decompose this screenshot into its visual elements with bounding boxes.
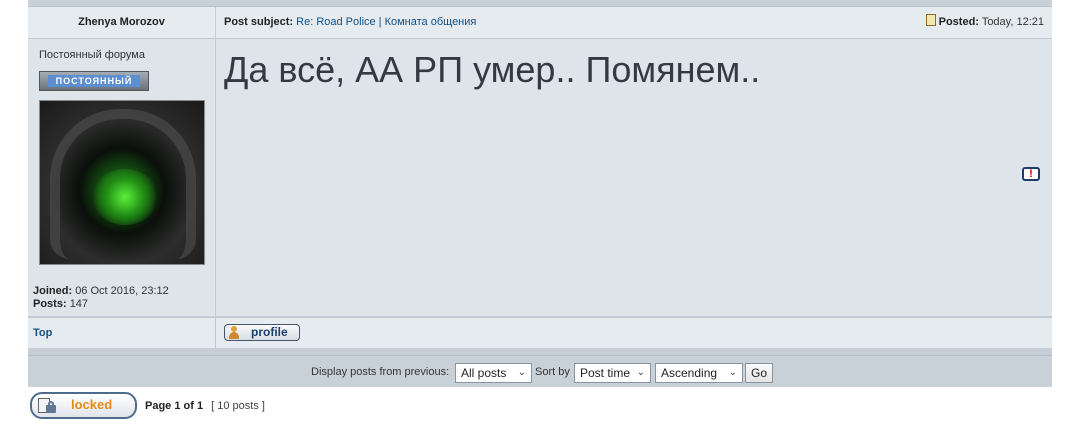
rank-title: Постоянный форума: [39, 49, 145, 61]
user-icon: [228, 326, 240, 339]
post-author-name[interactable]: Zhenya Morozov: [28, 7, 215, 39]
author-profile-panel: Постоянный форума ПОСТОЯННЫЙ Joined: 06 …: [28, 39, 216, 316]
posted-label: Posted:: [938, 16, 979, 28]
posted-time: Today, 12:21: [981, 16, 1044, 28]
top-link[interactable]: Top: [33, 327, 52, 339]
posts-value: 147: [69, 298, 89, 310]
post-count: [ 10 posts ]: [211, 400, 265, 412]
author-stats: Joined: 06 Oct 2016, 23:12 Posts: 147: [33, 285, 169, 311]
post-footer-right: profile: [216, 317, 1052, 348]
sort-options-bar: Display posts from previous: All posts ⌄…: [28, 355, 1052, 387]
display-posts-select[interactable]: All posts ⌄: [455, 363, 532, 383]
post-subject-link[interactable]: Re: Road Police | Комната общения: [296, 16, 476, 28]
post-document-icon[interactable]: [925, 14, 936, 26]
posts-label: Posts:: [33, 298, 67, 310]
avatar: [39, 100, 205, 265]
report-icon[interactable]: !: [1022, 167, 1040, 181]
display-posts-label: Display posts from previous:: [311, 366, 450, 378]
chevron-down-icon: ⌄: [728, 367, 737, 378]
sort-order-value: Ascending: [661, 366, 718, 380]
lock-icon: [38, 398, 56, 414]
sort-order-select[interactable]: Ascending ⌄: [655, 363, 743, 383]
pagination-info: Page 1 of 1 [ 10 posts ]: [145, 400, 265, 412]
post-subject-label: Post subject:: [224, 16, 294, 28]
locked-label: locked: [71, 397, 113, 412]
avatar-green-glow: [92, 169, 158, 225]
chevron-down-icon: ⌄: [517, 367, 526, 378]
joined-value: 06 Oct 2016, 23:12: [75, 285, 169, 297]
page-info: Page 1 of 1: [145, 400, 204, 412]
rank-badge-text: ПОСТОЯННЫЙ: [48, 75, 140, 87]
top-divider: [28, 0, 1052, 7]
sort-by-value: Post time: [580, 366, 631, 380]
display-posts-value: All posts: [461, 366, 507, 380]
posted-info: Posted: Today, 12:21: [925, 7, 1044, 38]
post-footer-left: Top: [28, 317, 216, 348]
sort-by-select[interactable]: Post time ⌄: [574, 363, 651, 383]
sort-by-label: Sort by: [535, 366, 570, 378]
profile-button[interactable]: profile: [224, 324, 300, 341]
post-body: Да всё, АА РП умер.. Помянем.. !: [216, 39, 1052, 316]
go-button[interactable]: Go: [745, 363, 773, 383]
joined-label: Joined:: [33, 285, 73, 297]
post-header: Post subject: Re: Road Police | Комната …: [216, 7, 1052, 39]
profile-button-label: profile: [251, 325, 288, 339]
post-table: Zhenya Morozov Post subject: Re: Road Po…: [28, 0, 1052, 387]
chevron-down-icon: ⌄: [636, 367, 645, 378]
rank-badge-image: ПОСТОЯННЫЙ: [39, 71, 149, 91]
locked-topic-button[interactable]: locked: [30, 392, 137, 419]
post-message: Да всё, АА РП умер.. Помянем..: [224, 49, 761, 90]
